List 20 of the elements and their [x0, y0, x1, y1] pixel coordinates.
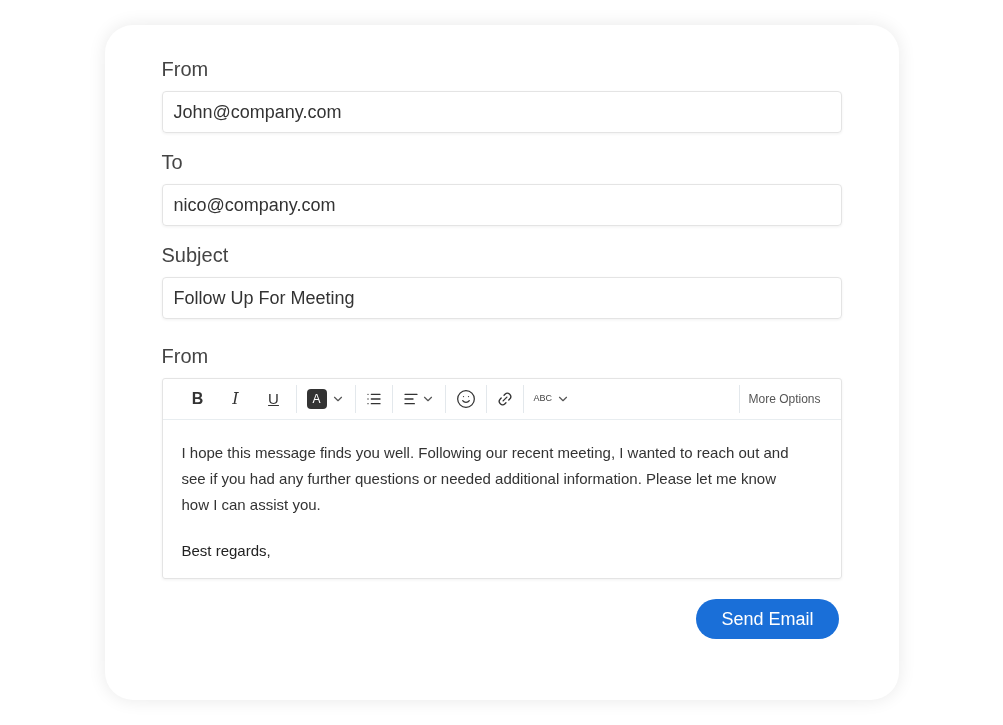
field-label: From — [161, 57, 210, 81]
input-field[interactable]: John@company.com — [161, 91, 842, 133]
field-label: Subject — [161, 243, 230, 267]
smiley-icon — [455, 389, 476, 409]
send-email-button[interactable]: Send Email — [696, 599, 839, 639]
bold-button[interactable]: B — [181, 385, 214, 413]
input-field[interactable]: Follow Up For Meeting — [161, 277, 842, 319]
message-paragraph: Best regards, — [181, 541, 272, 561]
message-paragraph: I hope this message finds you well. Following our recent meeting, I wanted to reach out and see if you had any further questions or needed additional information. Please let me know how I can assist you. — [181, 443, 790, 515]
italic-button[interactable]: I — [219, 385, 252, 413]
field-label: From — [161, 344, 210, 368]
message-editor[interactable] — [161, 378, 842, 579]
list-icon — [365, 391, 382, 407]
field-label: To — [161, 150, 184, 174]
align-left-icon — [402, 391, 419, 407]
spellcheck-button[interactable]: ABC — [529, 385, 574, 413]
text-color-button[interactable]: A — [302, 385, 349, 413]
underline-button[interactable]: U — [257, 385, 290, 413]
input-field[interactable]: nico@company.com — [161, 184, 842, 226]
more-options-button[interactable]: More Options — [748, 390, 821, 408]
